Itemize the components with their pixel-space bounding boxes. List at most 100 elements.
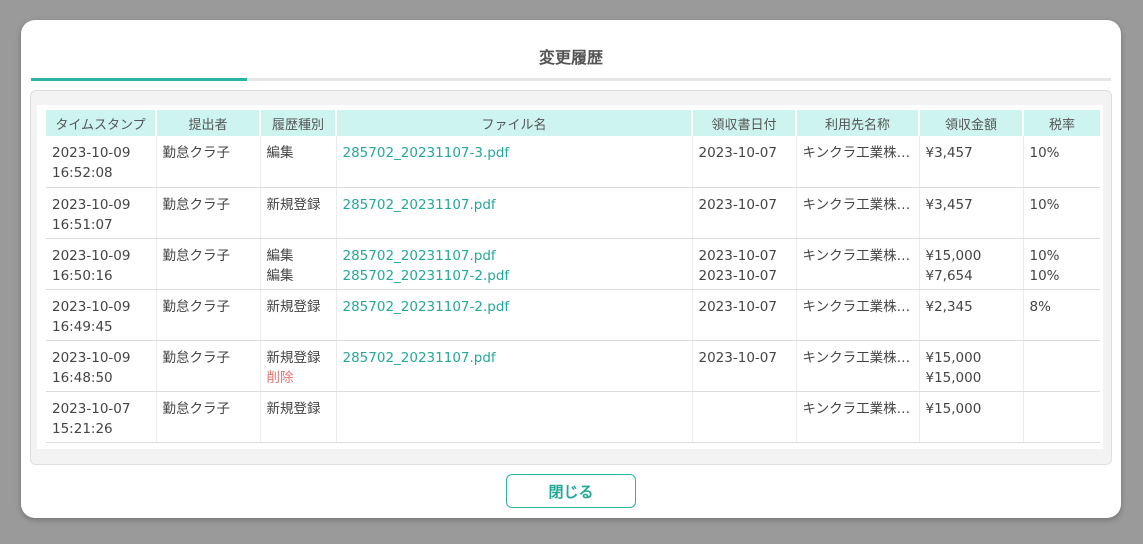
file-link[interactable]: 285702_20231107-2.pdf — [343, 297, 686, 317]
header-history-type: 履歴種別 — [259, 110, 336, 136]
submitter-name: 勤怠クラ子 — [162, 247, 231, 264]
table-row: 2023-10-09 16:50:16 勤怠クラ子 編集 編集 285702_202311… — [46, 238, 1100, 290]
timestamp-cell: 2023-10-09 16:48:50 — [46, 340, 156, 392]
header-tax-rate: 税率 — [1022, 110, 1100, 136]
tax-rate-cell: 8% — [1022, 289, 1100, 341]
receipt-date-cell: 2023-10-07 — [691, 340, 796, 392]
tax-rate-cell: 10% 10% — [1022, 238, 1100, 290]
submitter-cell: 勤怠クラ子 — [155, 391, 260, 443]
timestamp-date: 2023-10-07 — [52, 400, 131, 417]
vendor-cell: キンクラ工業株… — [795, 289, 919, 341]
history-table: タイムスタンプ 提出者 履歴種別 ファイル名 領収書日付 利用先名称 領収金額 … — [46, 110, 1100, 443]
tax-rate-value: 10% — [1029, 145, 1060, 161]
timestamp-time: 16:48:50 — [52, 369, 113, 386]
vendor-name: キンクラ工業株… — [802, 247, 911, 264]
history-panel: タイムスタンプ 提出者 履歴種別 ファイル名 領収書日付 利用先名称 領収金額 … — [30, 90, 1112, 465]
receipt-date-cell: 2023-10-07 2023-10-07 — [691, 238, 796, 290]
vendor-cell: キンクラ工業株… — [795, 136, 919, 188]
header-file-name: ファイル名 — [335, 110, 692, 136]
receipt-date: 2023-10-07 — [698, 298, 777, 315]
history-type: 新規登録 — [266, 196, 321, 213]
amount-value: ¥15,000 — [925, 349, 982, 366]
submitter-cell: 勤怠クラ子 — [155, 238, 260, 290]
history-type-cell: 新規登録 — [259, 289, 336, 341]
vendor-name: キンクラ工業株… — [802, 145, 911, 161]
file-name-cell: 285702_20231107.pdf — [335, 340, 692, 392]
vendor-name: キンクラ工業株… — [802, 298, 911, 315]
file-name-cell: 285702_20231107-3.pdf — [335, 136, 692, 188]
vendor-cell: キンクラ工業株… — [795, 391, 919, 443]
header-amount: 領収金額 — [918, 110, 1023, 136]
history-type-cell: 新規登録 削除 — [259, 340, 336, 392]
submitter-cell: 勤怠クラ子 — [155, 187, 260, 239]
history-type-cell: 新規登録 — [259, 391, 336, 443]
table-row: 2023-10-09 16:48:50 勤怠クラ子 新規登録削除 285702_2023… — [46, 340, 1100, 392]
tax-rate-value: 10% — [1029, 267, 1060, 284]
vendor-name: キンクラ工業株… — [802, 349, 911, 366]
amount-cell: ¥2,345 — [918, 289, 1023, 341]
amount-value: ¥7,654 — [925, 267, 973, 284]
history-type: 編集 — [266, 145, 294, 161]
close-button[interactable]: 閉じる — [506, 474, 636, 508]
timestamp-date: 2023-10-09 — [52, 298, 131, 315]
tax-rate-cell: 10% — [1022, 187, 1100, 239]
tab-bar — [31, 78, 1111, 81]
amount-value: ¥3,457 — [925, 145, 973, 161]
submitter-name: 勤怠クラ子 — [162, 145, 231, 161]
history-type-cell: 編集 — [259, 136, 336, 188]
file-link[interactable]: 285702_20231107-3.pdf — [343, 143, 686, 163]
receipt-date: 2023-10-07 — [698, 145, 777, 161]
amount-value: ¥3,457 — [925, 196, 973, 213]
timestamp-time: 16:51:07 — [52, 216, 113, 233]
timestamp-cell: 2023-10-09 16:49:45 — [46, 289, 156, 341]
submitter-name: 勤怠クラ子 — [162, 298, 231, 315]
history-type-deleted: 削除 — [266, 369, 294, 386]
file-link[interactable]: 285702_20231107.pdf — [343, 348, 686, 368]
tax-rate-cell — [1022, 391, 1100, 443]
amount-cell: ¥3,457 — [918, 136, 1023, 188]
vendor-name: キンクラ工業株… — [802, 196, 911, 213]
table-row: 2023-10-09 16:51:07 勤怠クラ子 新規登録 285702_202311… — [46, 187, 1100, 239]
timestamp-time: 16:50:16 — [52, 267, 113, 284]
table-row: 2023-10-09 16:49:45 勤怠クラ子 新規登録 285702_202311… — [46, 289, 1100, 341]
timestamp-cell: 2023-10-07 15:21:26 — [46, 391, 156, 443]
tax-rate-cell: 10% — [1022, 136, 1100, 188]
file-name-cell: 285702_20231107.pdf 285702_20231107-2.pdf — [335, 238, 692, 290]
timestamp-cell: 2023-10-09 16:51:07 — [46, 187, 156, 239]
file-name-cell: 285702_20231107.pdf — [335, 187, 692, 239]
submitter-cell: 勤怠クラ子 — [155, 289, 260, 341]
amount-cell: ¥15,000 ¥7,654 — [918, 238, 1023, 290]
table-header-row: タイムスタンプ 提出者 履歴種別 ファイル名 領収書日付 利用先名称 領収金額 … — [46, 110, 1100, 136]
amount-value: ¥15,000 — [925, 400, 982, 417]
vendor-cell: キンクラ工業株… — [795, 187, 919, 239]
timestamp-date: 2023-10-09 — [52, 196, 131, 213]
submitter-name: 勤怠クラ子 — [162, 349, 231, 366]
header-submitter: 提出者 — [155, 110, 260, 136]
timestamp-cell: 2023-10-09 16:50:16 — [46, 238, 156, 290]
receipt-date-cell — [691, 391, 796, 443]
receipt-date-cell: 2023-10-07 — [691, 289, 796, 341]
amount-cell: ¥15,000 ¥15,000 — [918, 340, 1023, 392]
receipt-date-cell: 2023-10-07 — [691, 136, 796, 188]
receipt-date: 2023-10-07 — [698, 247, 777, 264]
history-modal: 変更履歴 タイムスタンプ 提出者 履歴種別 ファイル名 領収書日付 利用先名称 — [21, 20, 1121, 518]
history-type: 編集 — [266, 267, 294, 284]
history-type-cell: 新規登録 — [259, 187, 336, 239]
history-type-cell: 編集 編集 — [259, 238, 336, 290]
history-type: 新規登録 — [266, 349, 321, 366]
tax-rate-value: 8% — [1029, 298, 1051, 315]
tax-rate-cell — [1022, 340, 1100, 392]
file-link[interactable]: 285702_20231107-2.pdf — [343, 266, 686, 286]
file-link[interactable]: 285702_20231107.pdf — [343, 195, 686, 215]
amount-value: ¥2,345 — [925, 298, 973, 315]
file-link[interactable]: 285702_20231107.pdf — [343, 246, 686, 266]
timestamp-cell: 2023-10-09 16:52:08 — [46, 136, 156, 188]
receipt-date: 2023-10-07 — [698, 349, 777, 366]
file-name-cell — [335, 391, 692, 443]
table-container[interactable]: タイムスタンプ 提出者 履歴種別 ファイル名 領収書日付 利用先名称 領収金額 … — [37, 105, 1103, 449]
submitter-cell: 勤怠クラ子 — [155, 340, 260, 392]
receipt-date-cell: 2023-10-07 — [691, 187, 796, 239]
receipt-date: 2023-10-07 — [698, 196, 777, 213]
history-type: 編集 — [266, 247, 294, 264]
timestamp-time: 16:52:08 — [52, 165, 113, 181]
